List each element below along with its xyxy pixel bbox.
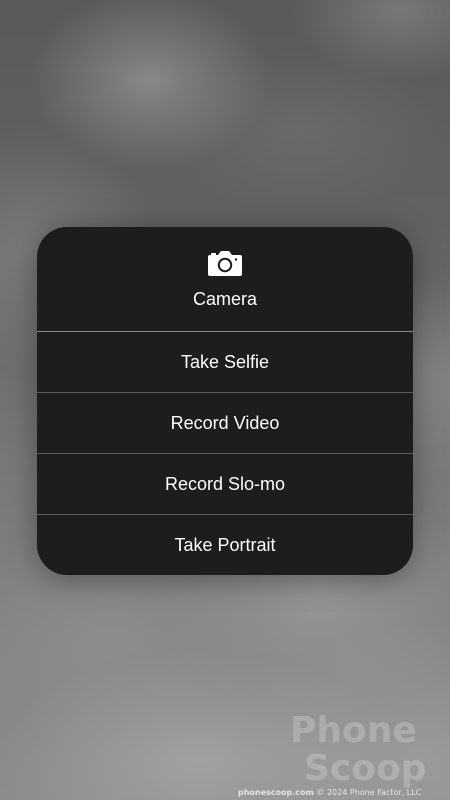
phonescoop-watermark-logo: Phone Scoop xyxy=(290,710,427,789)
take-portrait-action[interactable]: Take Portrait xyxy=(37,515,413,575)
camera-quick-actions-menu: Camera Take Selfie Record Video Record S… xyxy=(37,227,413,575)
camera-app-header[interactable]: Camera xyxy=(37,227,413,332)
watermark-credit: phonescoop.com © 2024 Phone Factor, LLC xyxy=(238,788,421,797)
watermark-logo-phone: Phone xyxy=(290,710,417,751)
record-slo-mo-action[interactable]: Record Slo-mo xyxy=(37,454,413,515)
watermark-copyright: © 2024 Phone Factor, LLC xyxy=(316,788,422,797)
watermark-logo-scoop: Scoop xyxy=(304,748,427,789)
camera-app-label: Camera xyxy=(192,289,258,309)
take-selfie-action[interactable]: Take Selfie xyxy=(37,332,413,393)
record-video-action[interactable]: Record Video xyxy=(37,393,413,454)
camera-icon xyxy=(208,251,242,276)
watermark-site: phonescoop.com xyxy=(238,788,314,797)
